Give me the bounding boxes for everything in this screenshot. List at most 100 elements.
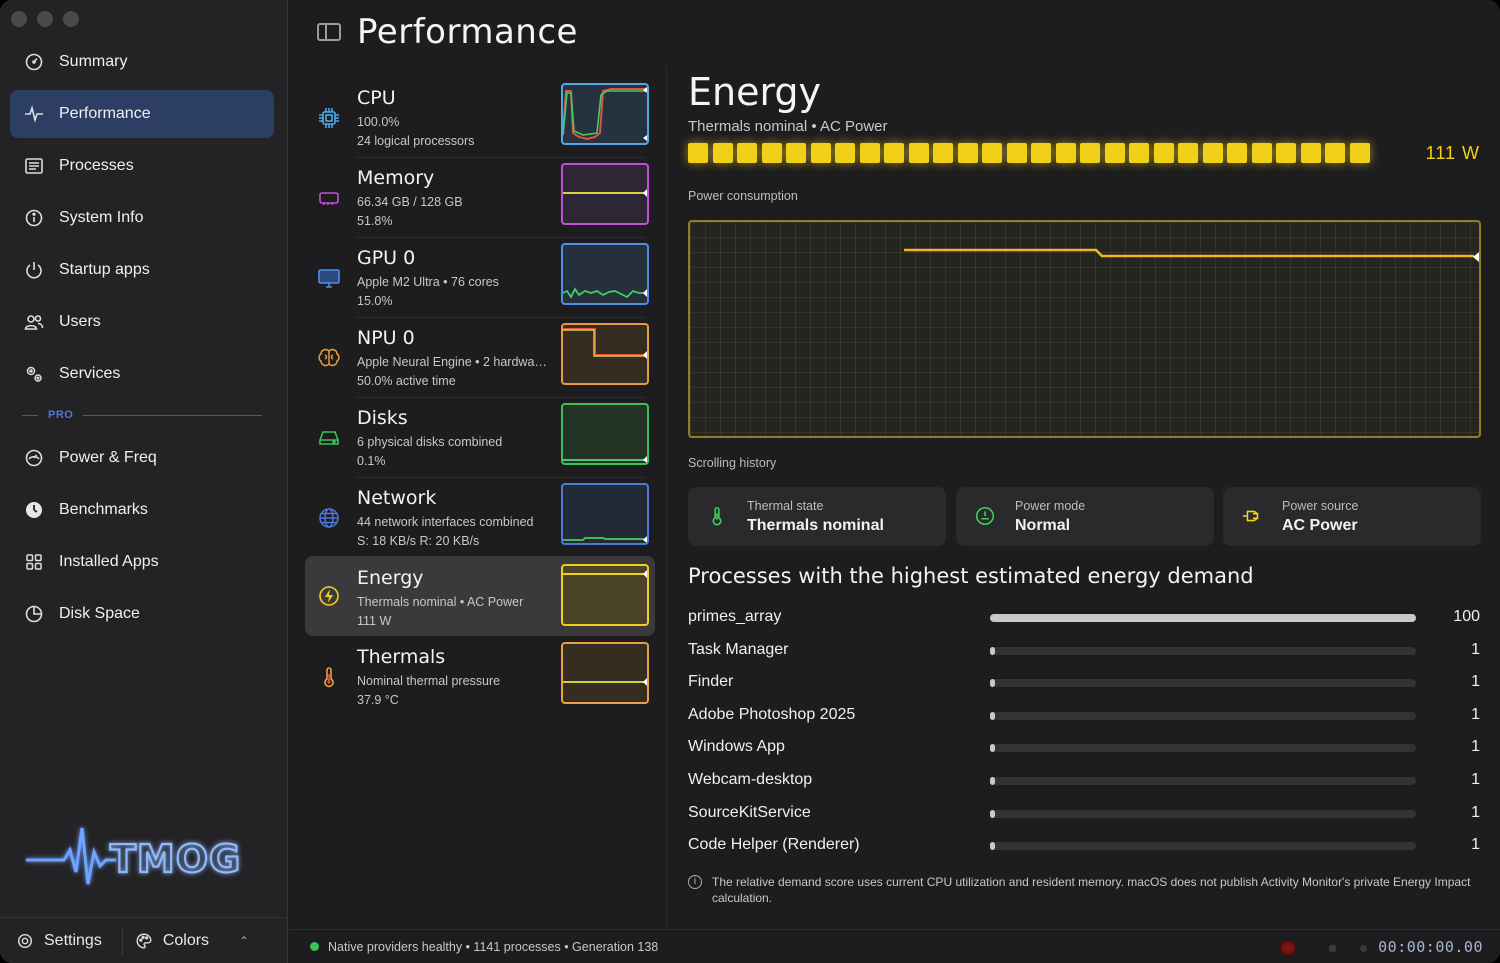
plug-icon (1242, 510, 1259, 522)
power-meter-segment (1153, 143, 1174, 163)
thermals-sparkline (561, 642, 649, 704)
power-meter-segment (1276, 143, 1296, 163)
power-meter-segment (737, 143, 757, 163)
sidebar-item-installed-apps[interactable]: Installed Apps (10, 538, 274, 586)
power-mode-card: Power mode Normal (956, 487, 1214, 546)
process-row[interactable]: Finder 1 (688, 671, 1480, 695)
sidebar-item-label: Installed Apps (59, 553, 159, 570)
process-demand-value: 1 (1471, 673, 1480, 690)
sidebar-item-label: Performance (59, 105, 151, 122)
sidebar-item-services[interactable]: Services (10, 350, 274, 398)
device-network[interactable]: Network 44 network interfaces combined S… (305, 479, 655, 558)
info-icon (25, 209, 43, 227)
sidebar-item-summary[interactable]: Summary (10, 38, 274, 86)
energy-subtitle: Thermals nominal • AC Power (688, 118, 888, 135)
energy-sparkline (561, 564, 649, 626)
bolt-icon (319, 586, 339, 606)
thermal-state-card: Thermal state Thermals nominal (688, 487, 946, 546)
device-cpu[interactable]: CPU 100.0% 24 logical processors (305, 79, 655, 158)
chevron-up-icon[interactable]: ⌃ (239, 934, 249, 948)
process-name: Windows App (688, 738, 785, 755)
sidebar-item-label: Startup apps (59, 261, 150, 278)
settings-button[interactable]: Settings (0, 918, 102, 963)
process-demand-fill (990, 712, 995, 720)
device-energy[interactable]: Energy Thermals nominal • AC Power 111 W (305, 556, 655, 636)
process-row[interactable]: primes_array 100 (688, 606, 1480, 630)
card-value: AC Power (1282, 517, 1358, 534)
process-name: Finder (688, 673, 734, 690)
recording-timer: 00:00:00.00 (1378, 938, 1483, 956)
power-meter-segment (884, 143, 904, 163)
device-memory[interactable]: Memory 66.34 GB / 128 GB 51.8% (305, 159, 655, 238)
process-row[interactable]: Code Helper (Renderer) 1 (688, 834, 1480, 858)
thermometer-icon (324, 667, 334, 688)
device-gpu[interactable]: GPU 0 Apple M2 Ultra • 76 cores 15.0% (305, 239, 655, 318)
zoom-window-button[interactable] (63, 11, 79, 27)
device-npu[interactable]: NPU 0 Apple Neural Engine • 2 hardware u… (305, 319, 655, 398)
process-demand-fill (990, 777, 995, 785)
process-row[interactable]: Windows App 1 (688, 736, 1480, 760)
sidebar-footer: Settings Colors ⌃ (0, 917, 288, 963)
cpu-icon (319, 108, 339, 128)
process-row[interactable]: Webcam-desktop 1 (688, 769, 1480, 793)
power-value: 111 W (1425, 143, 1480, 163)
pause-button[interactable] (1360, 945, 1367, 952)
power-meter-segment (1129, 143, 1149, 163)
sidebar-item-processes[interactable]: Processes (10, 142, 274, 190)
power-meter-segment (1251, 143, 1272, 163)
window-controls (11, 11, 79, 27)
pro-separator: PRO (10, 404, 274, 426)
gauge-icon (975, 506, 995, 526)
sidebar-nav: Summary Performance Processes System Inf… (10, 38, 274, 642)
process-row[interactable]: Adobe Photoshop 2025 1 (688, 704, 1480, 728)
power-meter-segment (786, 143, 806, 163)
globe-icon (319, 508, 339, 528)
device-thermals[interactable]: Thermals Nominal thermal pressure 37.9 °… (305, 638, 655, 716)
process-demand-value: 1 (1471, 738, 1480, 755)
device-name: GPU 0 (357, 247, 416, 269)
device-name: CPU (357, 87, 396, 109)
energy-title: Energy (688, 70, 822, 114)
pulse-icon (25, 105, 43, 123)
process-row[interactable]: SourceKitService 1 (688, 802, 1480, 826)
process-demand-bar (990, 679, 1416, 687)
palette-icon (136, 933, 152, 948)
sidebar: Summary Performance Processes System Inf… (0, 0, 288, 963)
sidebar-item-power-freq[interactable]: Power & Freq (10, 434, 274, 482)
process-demand-value: 1 (1471, 804, 1480, 821)
process-row[interactable]: Task Manager 1 (688, 639, 1480, 663)
close-window-button[interactable] (11, 11, 27, 27)
gear-icon (17, 933, 33, 948)
svg-text:TMOG: TMOG (110, 837, 241, 881)
note-text: The relative demand score uses current C… (712, 875, 1471, 905)
status-text: Native providers healthy • 1141 processe… (328, 939, 659, 954)
minimize-window-button[interactable] (37, 11, 53, 27)
sidebar-item-system-info[interactable]: System Info (10, 194, 274, 242)
sidebar-item-benchmarks[interactable]: Benchmarks (10, 486, 274, 534)
sidebar-item-disk-space[interactable]: Disk Space (10, 590, 274, 638)
record-button[interactable] (1280, 940, 1296, 956)
power-level-meter (688, 143, 1370, 163)
sidebar-item-label: Disk Space (59, 605, 140, 622)
device-name: Thermals (357, 646, 446, 668)
sidebar-item-label: Users (59, 313, 101, 330)
card-title: Power source (1282, 499, 1359, 513)
sidebar-item-label: Power & Freq (59, 449, 157, 466)
stop-button[interactable] (1329, 945, 1336, 952)
colors-button[interactable]: Colors ⌃ (135, 918, 249, 963)
process-demand-bar (990, 712, 1416, 720)
process-demand-fill (990, 679, 995, 687)
monitor-icon (318, 269, 340, 288)
power-meter-segment (1325, 143, 1345, 163)
sidebar-item-performance[interactable]: Performance (10, 90, 274, 138)
device-name: Memory (357, 167, 435, 189)
sidebar-item-startup-apps[interactable]: Startup apps (10, 246, 274, 294)
sidebar-toggle-icon[interactable] (317, 23, 341, 41)
sidebar-item-label: Processes (59, 157, 134, 174)
device-disks[interactable]: Disks 6 physical disks combined 0.1% (305, 399, 655, 478)
sidebar-item-users[interactable]: Users (10, 298, 274, 346)
disks-sparkline (561, 403, 649, 465)
power-meter-segment (1349, 143, 1370, 163)
device-detail: 66.34 GB / 128 GB (357, 195, 463, 209)
power-meter-segment (1055, 143, 1076, 163)
